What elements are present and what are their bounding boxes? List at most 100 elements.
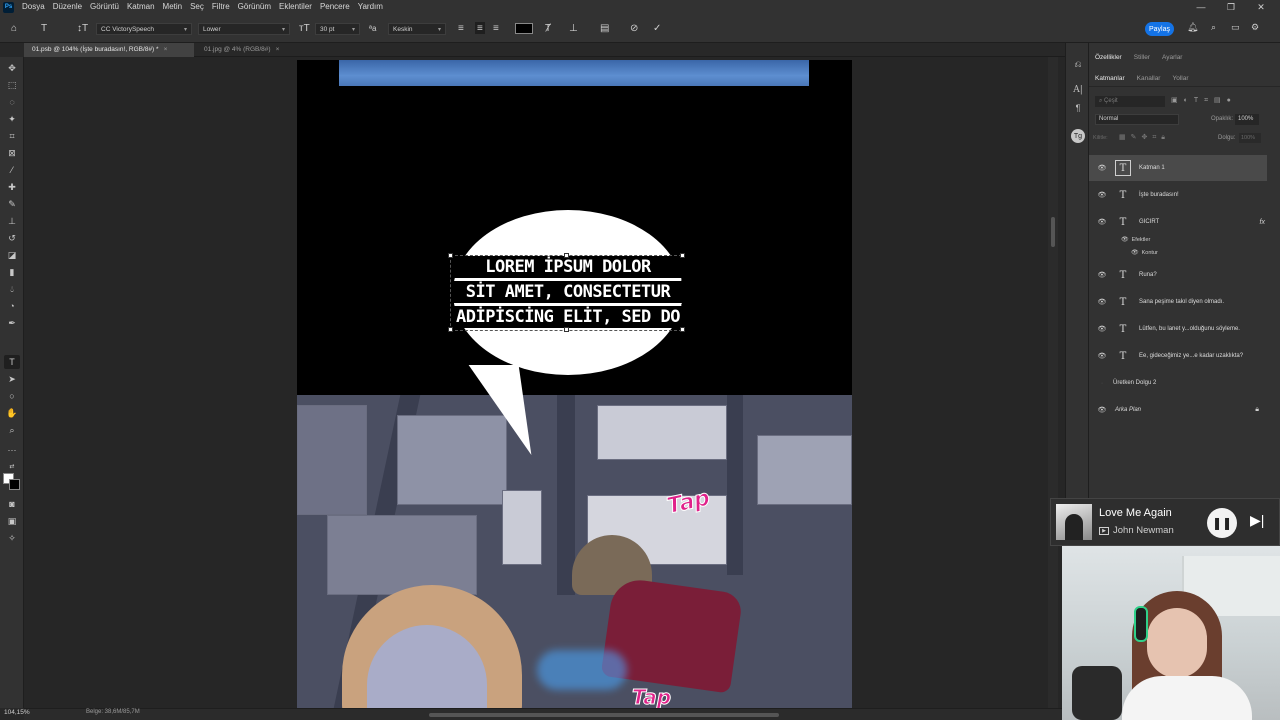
scroll-thumb[interactable] [429, 713, 779, 717]
quick-mask-icon[interactable]: ◙ [4, 497, 20, 511]
close-window-icon[interactable]: ✕ [1246, 0, 1276, 14]
zoom-level[interactable]: 104,15% [4, 709, 30, 716]
shape-tool-icon[interactable]: ○ [4, 389, 20, 403]
text-orientation-icon[interactable]: ↕T [77, 22, 88, 34]
layer-lutfen[interactable]: 👁︎ T Lütfen, bu lanet y...olduğunu söyle… [1089, 316, 1267, 342]
eye-icon[interactable]: 👁︎ [1095, 325, 1109, 333]
eye-icon[interactable]: 👁︎ [1095, 164, 1109, 172]
font-family-select[interactable]: CC VictorySpeech [96, 23, 192, 35]
transform-handle[interactable] [564, 327, 569, 332]
search-icon[interactable]: ⌕ [1211, 22, 1216, 33]
layer-arka-plan[interactable]: 👁︎ Arka Plan 🔒︎ [1089, 397, 1267, 423]
tab-styles[interactable]: Stiller [1128, 50, 1156, 66]
eraser-tool-icon[interactable]: ◪ [4, 248, 20, 262]
transform-handle[interactable] [680, 253, 685, 258]
tab-paths[interactable]: Yollar [1166, 71, 1194, 87]
pause-button[interactable]: ❚❚ [1207, 508, 1237, 538]
menu-image[interactable]: Görüntü [86, 0, 123, 14]
text-line-3[interactable]: ADİPİSCİNG ELİT, SED DO [451, 306, 685, 328]
menu-window[interactable]: Pencere [316, 0, 354, 14]
tab-01-jpg[interactable]: 01.jpg @ 4% (RGB/8#) × [196, 43, 304, 57]
layer-filter-input[interactable]: ⌕ Çeşit [1095, 96, 1165, 107]
eyedropper-tool-icon[interactable]: ⁄ [4, 163, 20, 177]
brush-tool-icon[interactable]: ✎ [4, 197, 20, 211]
layer-sana-pesime[interactable]: 👁︎ T Sana peşime takıl diyen olmadı. [1089, 289, 1267, 315]
type-tool-preset-icon[interactable]: T [41, 22, 47, 34]
close-tab-icon[interactable]: × [276, 46, 280, 53]
close-tab-icon[interactable]: × [164, 46, 168, 53]
tab-01-psb[interactable]: 01.psb @ 104% (İşte buradasın!, RGB/8#) … [24, 43, 194, 57]
tab-properties[interactable]: Özellikler [1089, 50, 1128, 66]
menu-view[interactable]: Görünüm [234, 0, 275, 14]
magic-wand-tool-icon[interactable]: ✦ [4, 112, 20, 126]
layer-filter-icons[interactable]: ▣◐T⌗▤● [1171, 96, 1237, 105]
menu-select[interactable]: Seç [186, 0, 208, 14]
frame-tool-icon[interactable]: ⊠ [4, 146, 20, 160]
layer-katman-1[interactable]: 👁︎ T Katman 1 [1089, 155, 1267, 181]
antialias-select[interactable]: Keskin [388, 23, 446, 35]
eye-icon[interactable]: 👁︎ [1131, 249, 1139, 256]
background-color-swatch[interactable] [9, 479, 20, 490]
scroll-thumb[interactable] [1051, 217, 1055, 247]
hand-tool-icon[interactable]: ✋ [4, 406, 20, 420]
layer-ee-gidecegimiz[interactable]: 👁︎ T Ee, gideceğimiz ye...e kadar uzaklı… [1089, 343, 1267, 369]
share-button[interactable]: Paylaş [1145, 22, 1174, 36]
screen-mode-icon[interactable]: ▣ [4, 514, 20, 528]
align-left-icon[interactable]: ≡ [458, 22, 464, 34]
lasso-tool-icon[interactable]: ◌ [4, 95, 20, 109]
more-tools-icon[interactable]: ··· [4, 443, 20, 457]
transform-handle[interactable] [448, 327, 453, 332]
text-bounding-box[interactable]: LOREM İPSUM DOLOR SİT AMET, CONSECTETUR … [448, 253, 685, 332]
document-canvas[interactable]: Tap Tap LOREM İPSUM DOLOR SİT AMET, CONS… [297, 60, 852, 708]
minimize-icon[interactable]: — [1186, 0, 1216, 14]
tab-adjustments[interactable]: Ayarlar [1156, 50, 1188, 66]
text-color-swatch[interactable] [515, 23, 533, 34]
text-line-2[interactable]: SİT AMET, CONSECTETUR [451, 281, 685, 303]
font-style-select[interactable]: Lower [198, 23, 290, 35]
3d-text-icon[interactable]: ⊥ [569, 22, 578, 34]
paragraph-icon[interactable]: ¶ [1070, 101, 1086, 115]
history-brush-tool-icon[interactable]: ↺ [4, 231, 20, 245]
layer-gicirt[interactable]: 👁︎ T GICIRT fx [1089, 209, 1267, 235]
eye-icon[interactable]: 👁︎ [1095, 352, 1109, 360]
swap-colors-icon[interactable]: ⇄ [4, 459, 20, 473]
workspace-icon[interactable]: ▭ [1231, 22, 1240, 33]
eye-icon[interactable]: 👁︎ [1095, 271, 1109, 279]
stroke-effect-row[interactable]: 👁︎ Kontur [1131, 249, 1158, 257]
transform-handle[interactable] [448, 253, 453, 258]
eye-icon[interactable]: 👁︎ [1095, 218, 1109, 226]
menu-plugins[interactable]: Eklentiler [275, 0, 316, 14]
layer-iste-buradasin[interactable]: 👁︎ T İşte buradasın! [1089, 182, 1267, 208]
align-center-icon[interactable]: ≡ [475, 22, 485, 34]
gradient-tool-icon[interactable]: ▮ [4, 265, 20, 279]
move-tool-icon[interactable]: ✥ [4, 61, 20, 75]
next-track-icon[interactable]: ▶| [1250, 512, 1264, 529]
marquee-tool-icon[interactable]: ⬚ [4, 78, 20, 92]
eye-icon[interactable]: 👁︎ [1121, 236, 1129, 243]
commit-check-icon[interactable]: ✓ [653, 22, 661, 34]
warp-text-icon[interactable]: Ⱦ [545, 22, 551, 34]
menu-help[interactable]: Yardım [354, 0, 387, 14]
transform-handle[interactable] [680, 327, 685, 332]
cancel-icon[interactable]: ⊘ [630, 22, 638, 34]
history-icon[interactable]: ⎌ [1070, 57, 1086, 71]
healing-brush-tool-icon[interactable]: ✚ [4, 180, 20, 194]
clone-stamp-tool-icon[interactable]: ⊥ [4, 214, 20, 228]
hidden-eye-icon[interactable]: · [1095, 380, 1109, 387]
fx-icon[interactable]: fx [1260, 219, 1265, 226]
path-selection-tool-icon[interactable]: ➤ [4, 372, 20, 386]
menu-file[interactable]: Dosya [18, 0, 49, 14]
dodge-tool-icon[interactable]: ◔ [4, 299, 20, 313]
home-icon[interactable]: ⌂ [11, 22, 17, 34]
settings-icon[interactable]: ⚙ [1251, 22, 1259, 33]
canvas-area[interactable]: Tap Tap LOREM İPSUM DOLOR SİT AMET, CONS… [24, 57, 1065, 708]
blur-tool-icon[interactable]: 💧︎ [4, 282, 20, 296]
eye-icon[interactable]: 👁︎ [1095, 298, 1109, 306]
menu-filter[interactable]: Filtre [208, 0, 234, 14]
align-right-icon[interactable]: ≡ [493, 22, 499, 34]
character-icon[interactable]: A| [1070, 83, 1086, 97]
zoom-tool-icon[interactable]: ⌕ [4, 423, 20, 437]
lock-icons[interactable]: ▦✎✥⌗🔒︎ [1119, 133, 1170, 142]
notifications-icon[interactable]: 🔔︎ [1187, 22, 1198, 33]
character-panel-icon[interactable]: ▤ [600, 22, 609, 34]
